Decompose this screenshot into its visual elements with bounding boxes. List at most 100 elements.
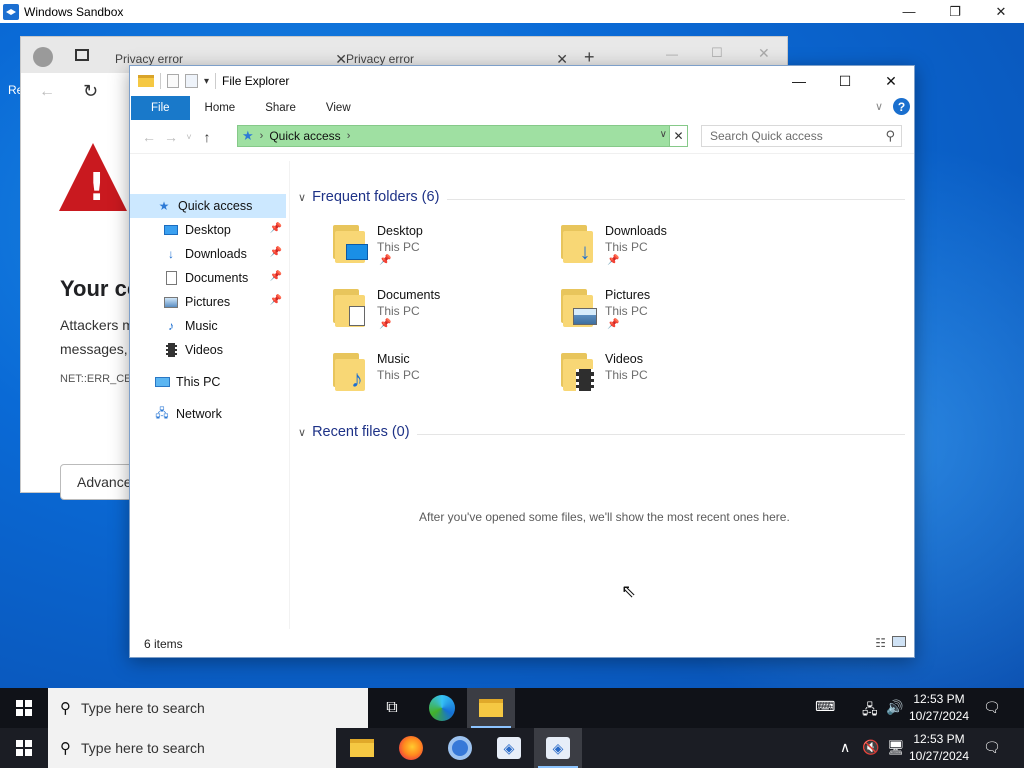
notifications-icon[interactable]: 🗨 <box>983 699 1001 716</box>
taskbar-edge-button[interactable] <box>418 688 466 728</box>
clear-address-icon[interactable]: ✕ <box>669 126 687 146</box>
picture-icon <box>573 305 597 327</box>
address-location[interactable]: Quick access <box>269 129 340 143</box>
tab-file[interactable]: File <box>131 96 190 120</box>
explorer-title: File Explorer <box>222 74 290 88</box>
tab-home[interactable]: Home <box>190 96 251 120</box>
sidebar-item-desktop[interactable]: Desktop 📌 <box>130 218 286 242</box>
new-folder-icon[interactable] <box>185 74 198 88</box>
browser-tab-1-label: Privacy error <box>115 52 184 66</box>
sandbox-close-button[interactable]: ✕ <box>978 0 1024 23</box>
group-header-recent[interactable]: ∨ Recent files (0) <box>298 424 410 440</box>
sidebar-item-videos[interactable]: Videos <box>130 338 286 362</box>
sandbox-maximize-button[interactable]: ❐ <box>932 0 978 23</box>
desktop-icon <box>345 241 369 263</box>
ribbon: File Home Share View ∨ ? <box>130 96 914 120</box>
sidebar-item-documents[interactable]: Documents 📌 <box>130 266 286 290</box>
pin-icon[interactable]: 📌 <box>270 295 282 306</box>
taskbar-clock[interactable]: 12:53 PM 10/27/2024 <box>904 731 974 765</box>
error-text-line-1: Attackers m <box>60 317 134 333</box>
forward-arrow-icon[interactable]: → <box>160 129 182 145</box>
folder-tile-downloads[interactable]: ↓ Downloads This PC 📌 <box>559 221 759 277</box>
folder-icon: ↓ <box>559 223 599 264</box>
back-arrow-icon[interactable]: ← <box>138 129 160 145</box>
help-icon[interactable]: ? <box>893 98 910 115</box>
folder-location: This PC <box>605 240 648 254</box>
folder-tile-desktop[interactable]: Desktop This PC 📌 <box>331 221 531 277</box>
tab-share[interactable]: Share <box>250 96 311 120</box>
folder-tile-music[interactable]: ♪ Music This PC <box>331 349 531 405</box>
taskbar-sandbox-button[interactable]: ◈ <box>485 728 533 768</box>
sidebar-item-music[interactable]: ♪ Music <box>130 314 286 338</box>
folder-icon <box>559 287 599 327</box>
folder-tile-videos[interactable]: Videos This PC <box>559 349 759 405</box>
explorer-minimize-button[interactable]: — <box>776 66 822 96</box>
sidebar-item-network[interactable]: 🖧 Network <box>130 402 286 426</box>
network-disconnected-icon[interactable]: 🔇 <box>862 739 879 756</box>
windows-logo-icon <box>16 700 32 716</box>
explorer-close-button[interactable]: ✕ <box>868 66 914 96</box>
network-tray-icon[interactable]: 🖧 <box>862 699 878 723</box>
sidebar-item-quick-access[interactable]: ★ Quick access <box>130 194 286 218</box>
tab-view[interactable]: View <box>311 96 366 120</box>
address-dropdown-icon[interactable]: ∨ <box>660 129 667 140</box>
search-input[interactable]: Search Quick access ⚲ <box>701 125 902 147</box>
task-view-button[interactable]: ⧉ <box>368 688 416 728</box>
folder-location: This PC <box>605 304 648 318</box>
firefox-icon <box>399 736 423 760</box>
back-arrow-icon[interactable]: ← <box>39 83 55 101</box>
taskbar-chrome-button[interactable] <box>436 728 484 768</box>
pin-icon[interactable]: 📌 <box>270 247 282 258</box>
profile-avatar-icon[interactable] <box>33 47 53 67</box>
browser-close-button[interactable]: ✕ <box>758 45 770 62</box>
pin-icon[interactable]: 📌 <box>270 223 282 234</box>
browser-minimize-button[interactable]: — <box>666 47 678 61</box>
tab-actions-icon[interactable] <box>75 49 89 61</box>
folder-name: Desktop <box>377 224 423 238</box>
sandbox-minimize-button[interactable]: — <box>886 0 932 23</box>
up-arrow-icon[interactable]: ↑ <box>196 129 218 145</box>
start-button[interactable] <box>0 688 48 728</box>
address-bar[interactable]: ★ › Quick access › ∨ ✕ <box>237 125 688 147</box>
pin-icon[interactable]: 📌 <box>270 271 282 282</box>
large-icons-view-icon[interactable] <box>892 636 906 647</box>
computer-icon <box>154 374 170 390</box>
chevron-right-icon[interactable]: › <box>347 130 351 142</box>
folder-tile-documents[interactable]: Documents This PC 📌 <box>331 285 531 341</box>
sidebar-item-downloads[interactable]: ↓ Downloads 📌 <box>130 242 286 266</box>
explorer-maximize-button[interactable]: ☐ <box>822 66 868 96</box>
sidebar-item-this-pc[interactable]: This PC <box>130 370 286 394</box>
taskbar-search-input[interactable]: ⚲ Type here to search <box>48 728 336 768</box>
browser-maximize-button[interactable]: ☐ <box>711 45 723 61</box>
music-note-icon: ♪ <box>168 319 174 333</box>
keyboard-icon[interactable]: ⌨ <box>815 698 835 715</box>
chrome-icon <box>448 736 472 760</box>
folder-icon <box>479 699 503 717</box>
details-view-icon[interactable]: ☷ <box>875 636 886 650</box>
sidebar-item-pictures[interactable]: Pictures 📌 <box>130 290 286 314</box>
file-explorer-window: ▾ File Explorer — ☐ ✕ File Home Share Vi… <box>129 65 915 658</box>
search-icon[interactable]: ⚲ <box>885 128 895 144</box>
taskbar-search-input[interactable]: ⚲ Type here to search <box>48 688 368 728</box>
taskbar-firefox-button[interactable] <box>387 728 435 768</box>
group-header-frequent[interactable]: ∨ Frequent folders (6) <box>298 189 439 205</box>
taskbar-clock[interactable]: 12:53 PM 10/27/2024 <box>904 691 974 725</box>
volume-icon[interactable]: 🔊 <box>886 699 903 716</box>
recent-locations-icon[interactable]: ˅ <box>182 132 196 142</box>
display-icon[interactable]: 🖥 <box>887 739 905 756</box>
taskbar-sandbox-active-button[interactable]: ◈ <box>534 728 582 768</box>
notifications-icon[interactable]: 🗨 <box>983 739 1001 756</box>
folder-tile-pictures[interactable]: Pictures This PC 📌 <box>559 285 759 341</box>
taskbar-file-explorer-button[interactable] <box>467 688 515 728</box>
reload-icon[interactable]: ↻ <box>83 81 98 102</box>
taskbar-file-explorer-button[interactable] <box>338 728 386 768</box>
expand-ribbon-icon[interactable]: ∨ <box>875 100 883 113</box>
chevron-up-icon[interactable]: ∧ <box>840 739 850 756</box>
sandbox-app-icon <box>3 3 19 20</box>
folder-name: Pictures <box>605 288 651 302</box>
customize-qat-icon[interactable]: ▾ <box>204 76 209 87</box>
properties-icon[interactable] <box>167 74 179 88</box>
chevron-down-icon[interactable]: ∨ <box>298 426 306 439</box>
start-button[interactable] <box>0 728 48 768</box>
chevron-down-icon[interactable]: ∨ <box>298 191 306 204</box>
